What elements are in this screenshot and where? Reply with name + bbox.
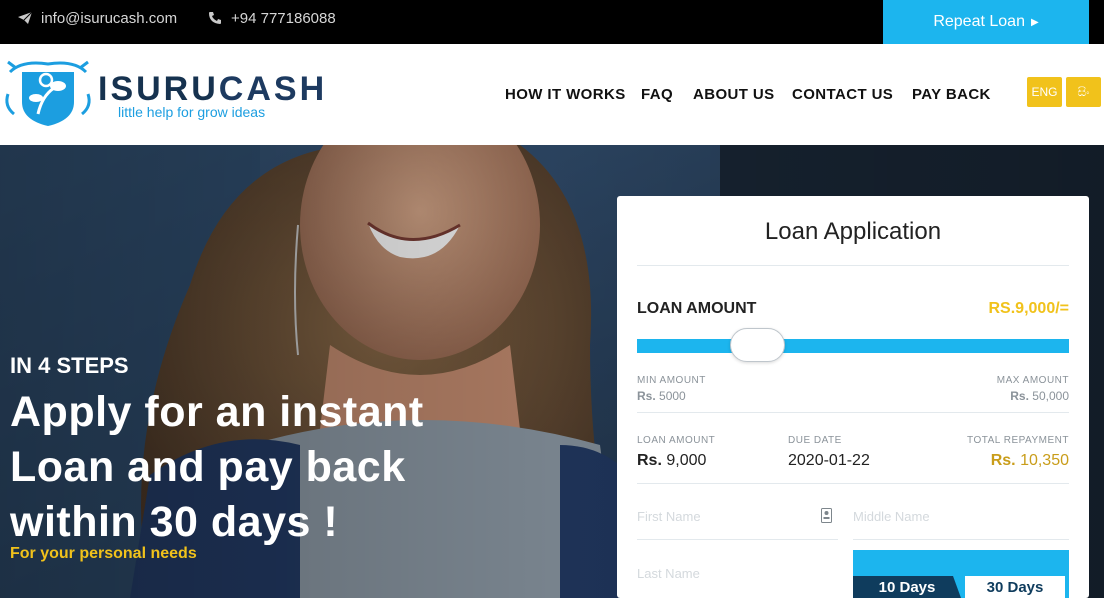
- loan-amount-slider-track[interactable]: [637, 339, 1069, 353]
- loan-card-title: Loan Application: [764, 218, 942, 245]
- paper-plane-icon: [18, 12, 32, 24]
- top-bar: info@isurucash.com +94 777186088 Repeat …: [0, 0, 1104, 44]
- max-amount-value: Rs. 50,000: [1010, 389, 1069, 403]
- phone-icon: [208, 11, 222, 25]
- email-contact[interactable]: info@isurucash.com: [18, 0, 177, 36]
- min-amount-label: MIN AMOUNT: [637, 375, 706, 386]
- min-value: 5000: [659, 389, 686, 403]
- repeat-loan-label: Repeat Loan: [933, 13, 1025, 30]
- summary-loan-amount: 9,000: [666, 452, 707, 469]
- nav-about-us[interactable]: ABOUT US: [693, 86, 775, 103]
- summary-loan-value: Rs. 9,000: [637, 452, 706, 470]
- hero-subline: For your personal needs: [10, 545, 197, 562]
- total-repayment-value: Rs. 10,350: [991, 452, 1069, 470]
- summary-loan-label: LOAN AMOUNT: [637, 435, 716, 446]
- phone-text: +94 777186088: [231, 9, 336, 27]
- divider: [637, 265, 1069, 266]
- divider: [637, 483, 1069, 484]
- max-amount-label: MAX AMOUNT: [996, 375, 1069, 386]
- brand-tagline: little help for grow ideas: [118, 104, 266, 120]
- total-currency: Rs.: [990, 452, 1016, 469]
- site-header: ISURUCASH little help for grow ideas HOW…: [0, 44, 1104, 145]
- term-10-days-button[interactable]: 10 Days: [861, 576, 953, 598]
- total-amount: 10,350: [1020, 452, 1069, 469]
- divider: [637, 539, 838, 540]
- contact-card-icon: [821, 508, 832, 528]
- middle-name-input[interactable]: Middle Name: [853, 509, 930, 524]
- repeat-loan-button[interactable]: Repeat Loan ▶: [883, 0, 1089, 44]
- divider: [853, 539, 1069, 540]
- term-30-days-button[interactable]: 30 Days: [965, 576, 1065, 598]
- loan-amount-slider-handle[interactable]: [730, 328, 786, 362]
- nav-faq[interactable]: FAQ: [641, 86, 673, 103]
- due-date-label: DUE DATE: [788, 435, 842, 446]
- min-currency: Rs.: [637, 389, 656, 403]
- max-currency: Rs.: [1010, 389, 1029, 403]
- nav-how-it-works[interactable]: HOW IT WORKS: [505, 86, 626, 103]
- lang-si-button[interactable]: සිං: [1066, 77, 1101, 107]
- brand-name-part2: CASH: [218, 70, 328, 108]
- min-amount-value: Rs. 5000: [637, 389, 686, 403]
- lang-en-button[interactable]: ENG: [1027, 77, 1062, 107]
- hero-steps: IN 4 STEPS: [10, 353, 129, 378]
- email-text: info@isurucash.com: [41, 9, 178, 27]
- brand-wordmark: ISURUCASH: [98, 71, 327, 107]
- loan-application-card: Loan Application LOAN AMOUNT RS.9,000/= …: [617, 196, 1089, 598]
- nav-pay-back[interactable]: PAY BACK: [912, 86, 991, 103]
- brand-name-part1: ISURU: [98, 70, 219, 108]
- loan-amount-value: RS.9,000/=: [988, 300, 1070, 317]
- due-date-value: 2020-01-22: [788, 452, 870, 469]
- logo[interactable]: ISURUCASH little help for grow ideas: [2, 58, 324, 128]
- max-value: 50,000: [1032, 389, 1069, 403]
- divider: [637, 412, 1069, 413]
- hero-headline: Apply for an instant Loan and pay back w…: [10, 388, 424, 546]
- caret-right-icon: ▶: [1030, 16, 1039, 28]
- loan-amount-label: LOAN AMOUNT: [637, 300, 757, 317]
- total-repayment-label: TOTAL REPAYMENT: [967, 435, 1069, 446]
- logo-emblem-icon: [5, 60, 91, 126]
- last-name-input[interactable]: Last Name: [637, 566, 700, 581]
- summary-loan-currency: Rs.: [637, 452, 662, 469]
- first-name-input[interactable]: First Name: [637, 509, 701, 524]
- nav-contact-us[interactable]: CONTACT US: [792, 86, 893, 103]
- phone-contact[interactable]: +94 777186088: [208, 0, 336, 36]
